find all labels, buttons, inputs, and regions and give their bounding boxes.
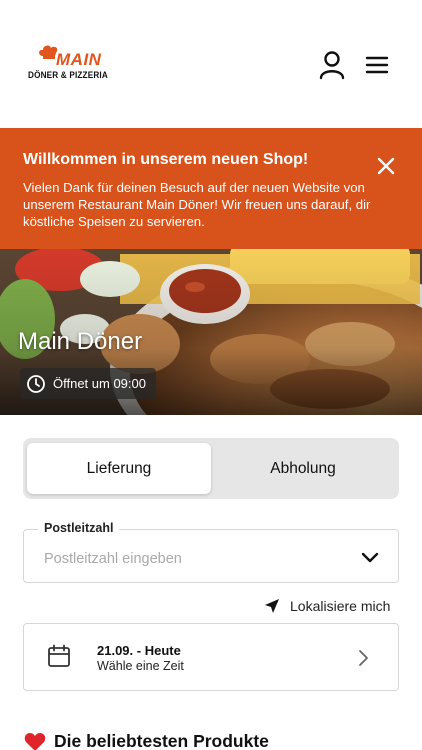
restaurant-name: Main Döner (18, 328, 143, 355)
user-icon[interactable] (318, 50, 346, 80)
opening-hours-text: Öffnet um 09:00 (53, 376, 146, 391)
postcode-label: Postleitzahl (38, 521, 120, 535)
welcome-banner: Willkommen in unserem neuen Shop! Vielen… (0, 128, 422, 249)
chevron-right-icon (359, 650, 368, 666)
header: MAIN DÖNER & PIZZERIA (0, 0, 422, 128)
calendar-icon (48, 644, 70, 667)
chevron-down-icon[interactable] (360, 552, 380, 564)
popular-products-title: Die beliebtesten Produkte (54, 731, 269, 750)
location-arrow-icon (265, 599, 279, 613)
postcode-select[interactable]: Postleitzahl Postleitzahl eingeben (23, 521, 399, 583)
selected-date: 21.09. - Heute (97, 643, 181, 658)
logo-main-text: MAIN (56, 50, 102, 69)
opening-hours-badge: Öffnet um 09:00 (20, 368, 156, 399)
logo-sub-text: DÖNER & PIZZERIA (28, 70, 108, 81)
locate-me-button[interactable]: Lokalisiere mich (264, 598, 390, 614)
pickup-tab[interactable]: Abholung (211, 443, 395, 494)
locate-me-label: Lokalisiere mich (290, 598, 391, 614)
hero-image: Main Döner Öffnet um 09:00 (0, 249, 422, 415)
banner-text: Vielen Dank für deinen Besuch auf der ne… (23, 180, 371, 229)
clock-icon (27, 374, 45, 393)
postcode-placeholder: Postleitzahl eingeben (44, 551, 182, 567)
hamburger-menu-icon[interactable] (364, 54, 390, 76)
restaurant-logo[interactable]: MAIN DÖNER & PIZZERIA (26, 44, 108, 86)
choose-time-text: Wähle eine Zeit (97, 659, 184, 673)
heart-icon (24, 732, 46, 750)
delivery-tab[interactable]: Lieferung (27, 443, 211, 494)
banner-title: Willkommen in unserem neuen Shop! (23, 151, 309, 168)
close-icon[interactable] (374, 154, 398, 178)
time-selector[interactable]: 21.09. - Heute Wähle eine Zeit (23, 623, 399, 691)
popular-products-heading: Die beliebtesten Produkte (24, 731, 269, 750)
order-mode-toggle: Lieferung Abholung (23, 438, 399, 499)
